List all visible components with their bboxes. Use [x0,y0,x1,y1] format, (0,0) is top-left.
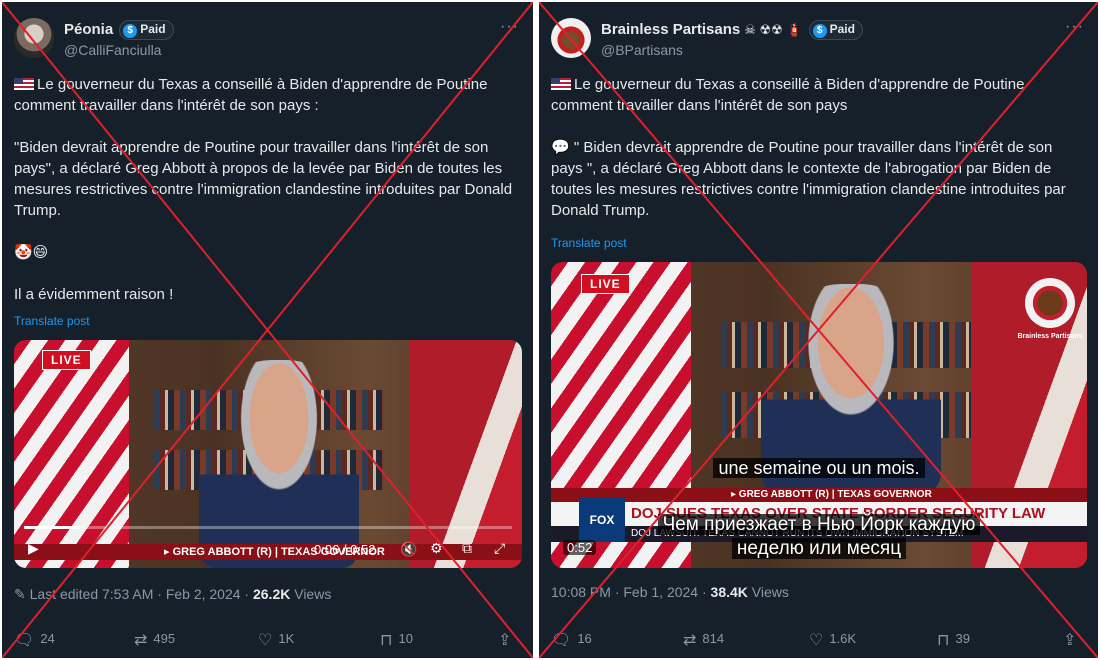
video-player[interactable]: LIVE ▸ GREG ABBOTT (R) | TEXAS GOVERNOR … [14,340,522,568]
like-button[interactable]: ♡ 1K [258,630,294,650]
paid-label: Paid [829,22,855,36]
share-button[interactable]: ⇪ [498,630,517,650]
repost-button[interactable]: ⇄ 495 [134,630,175,650]
reply-count: 16 [577,631,592,646]
lower-third: ▸ GREG ABBOTT (R) | TEXAS GOVERNOR [551,488,1087,502]
edit-icon: ✎ [14,586,30,602]
fullscreen-icon[interactable]: ⤢ [494,540,505,557]
avatar[interactable] [14,18,54,58]
reply-icon: 🗨 [14,632,35,649]
action-bar: 🗨 24 ⇄ 495 ♡ 1K ⊓ 10 ⇪ [14,630,523,650]
display-name[interactable]: Péonia $ Paid [64,20,174,40]
name-emoji: ☠ ☢☢ 🧯 [744,22,803,37]
emoji-line: 🤡😄 [14,244,49,261]
play-icon[interactable]: ▶ [28,540,39,557]
subtitle-fr-text: une semaine ou un mois. [713,458,925,478]
tweet-paragraph: " Biden devrait apprendre de Poutine pou… [551,139,1066,219]
views-label: Views [747,584,789,600]
timestamp[interactable]: Last edited 7:53 AM · Feb 2, 2024 · [30,586,253,602]
subtitle-ru-2: неделю или месяц [551,538,1087,560]
share-icon: ⇪ [1063,632,1077,649]
translate-post-link[interactable]: Translate post [14,314,90,328]
tweet-meta: ✎ Last edited 7:53 AM · Feb 2, 2024 · 26… [14,586,331,603]
repost-button[interactable]: ⇄ 814 [683,630,724,650]
us-flag [14,340,129,568]
video-duration: 0:52 [563,540,597,555]
pip-icon[interactable]: ⧉ [462,540,472,557]
share-button[interactable]: ⇪ [1063,630,1082,650]
like-count: 1K [278,631,295,646]
like-count: 1.6K [829,631,857,646]
avatar[interactable] [551,18,591,58]
user-handle[interactable]: @CalliFanciulla [64,42,161,58]
subtitle-ru-1: Чем приезжает в Нью Йорк каждую [551,514,1087,536]
bookmark-count: 39 [955,631,970,646]
progress-bar[interactable] [24,526,512,529]
reply-count: 24 [40,631,55,646]
display-name-text[interactable]: Péonia [64,21,113,38]
action-bar: 🗨 16 ⇄ 814 ♡ 1.6K ⊓ 39 ⇪ [551,630,1088,650]
user-handle[interactable]: @BPartisans [601,42,683,58]
video-player[interactable]: LIVE Brainless Partisans une semaine ou … [551,262,1087,568]
repost-icon: ⇄ [134,632,148,649]
tweet-text: Le gouverneur du Texas a conseillé à Bid… [551,74,1088,242]
paid-label: Paid [140,22,166,36]
repost-count: 495 [153,631,176,646]
subtitle-ru-text: Чем приезжает в Нью Йорк каждую [657,514,981,535]
dollar-icon: $ [123,24,138,38]
bookmark-icon: ⊓ [937,632,950,649]
tweet-panel-right: Brainless Partisans ☠ ☢☢ 🧯 $ Paid @BPartisa… [539,2,1098,658]
video-time: 0:06 / 0:52 [314,542,376,557]
us-flag-icon [551,78,571,90]
repost-count: 814 [702,631,725,646]
lower-third: ▸ GREG ABBOTT (R) | TEXAS GOVERNOR [14,544,522,560]
heart-icon: ♡ [809,632,824,649]
reply-button[interactable]: 🗨 16 [551,630,592,650]
speech-bubble-icon: 💬 [551,139,570,156]
tweet-paragraph: Le gouverneur du Texas a conseillé à Bid… [14,76,488,114]
tweet-panel-left: Péonia $ Paid @CalliFanciulla ··· Le gouve… [2,2,533,658]
share-icon: ⇪ [498,632,512,649]
tweet-text: Le gouverneur du Texas a conseillé à Bid… [14,74,523,326]
bookmark-button[interactable]: ⊓ 39 [937,630,970,650]
timestamp[interactable]: 10:08 PM · Feb 1, 2024 · [551,584,711,600]
reply-icon: 🗨 [551,632,572,649]
translate-post-link[interactable]: Translate post [551,236,627,250]
channel-watermark: Brainless Partisans [1018,278,1082,340]
dollar-icon: $ [812,24,827,38]
tweet-header: Brainless Partisans ☠ ☢☢ 🧯 $ Paid @BPartisa… [551,16,1086,64]
tweet-paragraph: Le gouverneur du Texas a conseillé à Bid… [551,76,1025,114]
us-flag-icon [14,78,34,90]
subtitle-ru-text: неделю или месяц [731,538,907,559]
like-button[interactable]: ♡ 1.6K [809,630,856,650]
texas-flag [409,340,522,568]
views-count: 38.4K [710,584,748,600]
tweet-paragraph: "Biden devrait apprendre de Poutine pour… [14,139,513,219]
display-name[interactable]: Brainless Partisans ☠ ☢☢ 🧯 $ Paid [601,20,863,40]
live-badge: LIVE [581,274,630,294]
tweet-meta: 10:08 PM · Feb 1, 2024 · 38.4K Views [551,584,789,600]
repost-icon: ⇄ [683,632,697,649]
paid-badge: $ Paid [119,20,174,40]
speaker [199,360,359,568]
tweet-header: Péonia $ Paid @CalliFanciulla ··· [14,16,521,64]
bookmark-button[interactable]: ⊓ 10 [380,630,413,650]
heart-icon: ♡ [258,632,273,649]
reply-button[interactable]: 🗨 24 [14,630,55,650]
bookmark-count: 10 [398,631,413,646]
tweet-paragraph: Il a évidemment raison ! [14,286,174,303]
progress-fill [24,526,81,529]
bookmark-icon: ⊓ [380,632,393,649]
live-badge: LIVE [42,350,91,370]
display-name-text[interactable]: Brainless Partisans [601,21,740,38]
mute-icon[interactable]: 🔇 [400,541,417,558]
views-count: 26.2K [252,586,291,602]
paid-badge: $ Paid [808,20,863,40]
more-icon[interactable]: ··· [1065,18,1084,36]
settings-icon[interactable]: ⚙ [430,540,443,557]
watermark-text: Brainless Partisans [1017,333,1083,340]
more-icon[interactable]: ··· [500,18,519,36]
subtitle-fr: une semaine ou un mois. [551,458,1087,479]
views-label: Views [290,586,332,602]
